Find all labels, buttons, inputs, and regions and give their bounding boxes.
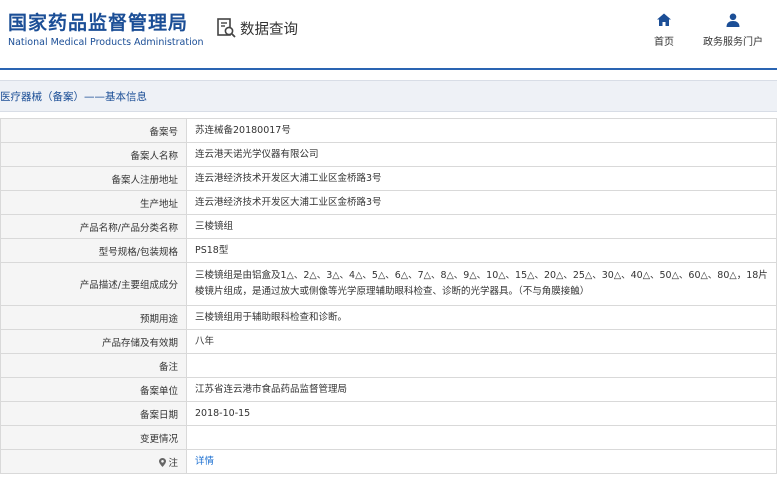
row-label: 预期用途 xyxy=(0,305,187,330)
site-header: 国家药品监督管理局 National Medical Products Admi… xyxy=(0,0,777,66)
data-query-title: 数据查询 xyxy=(240,21,298,38)
row-value: 三棱镜组用于辅助眼科检查和诊断。 xyxy=(186,305,777,330)
row-value xyxy=(186,353,777,378)
table-row: 备案人名称 连云港天诺光学仪器有限公司 xyxy=(0,142,777,167)
row-label: 备案日期 xyxy=(0,401,187,426)
table-row: 产品名称/产品分类名称 三棱镜组 xyxy=(0,214,777,239)
row-value: 三棱镜组 xyxy=(186,214,777,239)
row-label: 产品存储及有效期 xyxy=(0,329,187,354)
table-row: 备案单位 江苏省连云港市食品药品监督管理局 xyxy=(0,377,777,402)
row-label-note: 注 xyxy=(0,449,187,474)
row-value: 连云港经济技术开发区大浦工业区金桥路3号 xyxy=(186,190,777,215)
header-divider xyxy=(0,68,777,70)
table-row: 型号规格/包装规格 PS18型 xyxy=(0,238,777,263)
row-label: 产品描述/主要组成成分 xyxy=(0,262,187,306)
row-value: 详情 xyxy=(186,449,777,474)
row-value: 连云港经济技术开发区大浦工业区金桥路3号 xyxy=(186,166,777,191)
row-label: 备案单位 xyxy=(0,377,187,402)
nav-service-portal-link[interactable]: 政务服务门户 xyxy=(700,12,766,48)
table-row: 产品存储及有效期 八年 xyxy=(0,329,777,354)
document-search-icon xyxy=(217,18,236,38)
table-row: 备注 xyxy=(0,353,777,378)
row-value: 三棱镜组是由铝盒及1△、2△、3△、4△、5△、6△、7△、8△、9△、10△、… xyxy=(186,262,777,306)
site-logo-cn[interactable]: 国家药品监督管理局 xyxy=(8,8,188,35)
details-link[interactable]: 详情 xyxy=(195,456,214,467)
note-label: 注 xyxy=(168,457,178,469)
row-label: 备注 xyxy=(0,353,187,378)
table-row: 备案号 苏连械备20180017号 xyxy=(0,118,777,143)
row-value: 苏连械备20180017号 xyxy=(186,118,777,143)
row-label: 生产地址 xyxy=(0,190,187,215)
row-label: 备案号 xyxy=(0,118,187,143)
nav-home-label: 首页 xyxy=(654,37,674,48)
row-label: 产品名称/产品分类名称 xyxy=(0,214,187,239)
row-value: 江苏省连云港市食品药品监督管理局 xyxy=(186,377,777,402)
home-icon xyxy=(657,13,671,26)
section-title: 医疗器械（备案）——基本信息 xyxy=(0,91,147,103)
table-row: 预期用途 三棱镜组用于辅助眼科检查和诊断。 xyxy=(0,305,777,330)
table-row: 备案日期 2018-10-15 xyxy=(0,401,777,426)
section-header: 医疗器械（备案）——基本信息 xyxy=(0,80,777,112)
table-row: 生产地址 连云港经济技术开发区大浦工业区金桥路3号 xyxy=(0,190,777,215)
data-query-heading: 数据查询 xyxy=(216,16,298,40)
user-icon xyxy=(726,13,740,27)
site-logo-en[interactable]: National Medical Products Administration xyxy=(8,37,204,48)
row-value: PS18型 xyxy=(186,238,777,263)
row-label: 备案人注册地址 xyxy=(0,166,187,191)
table-row: 注 详情 xyxy=(0,449,777,474)
row-label: 备案人名称 xyxy=(0,142,187,167)
row-label: 变更情况 xyxy=(0,425,187,450)
row-value: 八年 xyxy=(186,329,777,354)
table-row: 备案人注册地址 连云港经济技术开发区大浦工业区金桥路3号 xyxy=(0,166,777,191)
record-info-table: 备案号 苏连械备20180017号 备案人名称 连云港天诺光学仪器有限公司 备案… xyxy=(0,118,777,474)
nav-service-label: 政务服务门户 xyxy=(703,37,763,48)
table-row: 变更情况 xyxy=(0,425,777,450)
row-label: 型号规格/包装规格 xyxy=(0,238,187,263)
location-pin-icon xyxy=(159,457,167,467)
nav-home-link[interactable]: 首页 xyxy=(648,12,680,48)
row-value: 2018-10-15 xyxy=(186,401,777,426)
row-value: 连云港天诺光学仪器有限公司 xyxy=(186,142,777,167)
table-row: 产品描述/主要组成成分 三棱镜组是由铝盒及1△、2△、3△、4△、5△、6△、7… xyxy=(0,262,777,306)
row-value xyxy=(186,425,777,450)
